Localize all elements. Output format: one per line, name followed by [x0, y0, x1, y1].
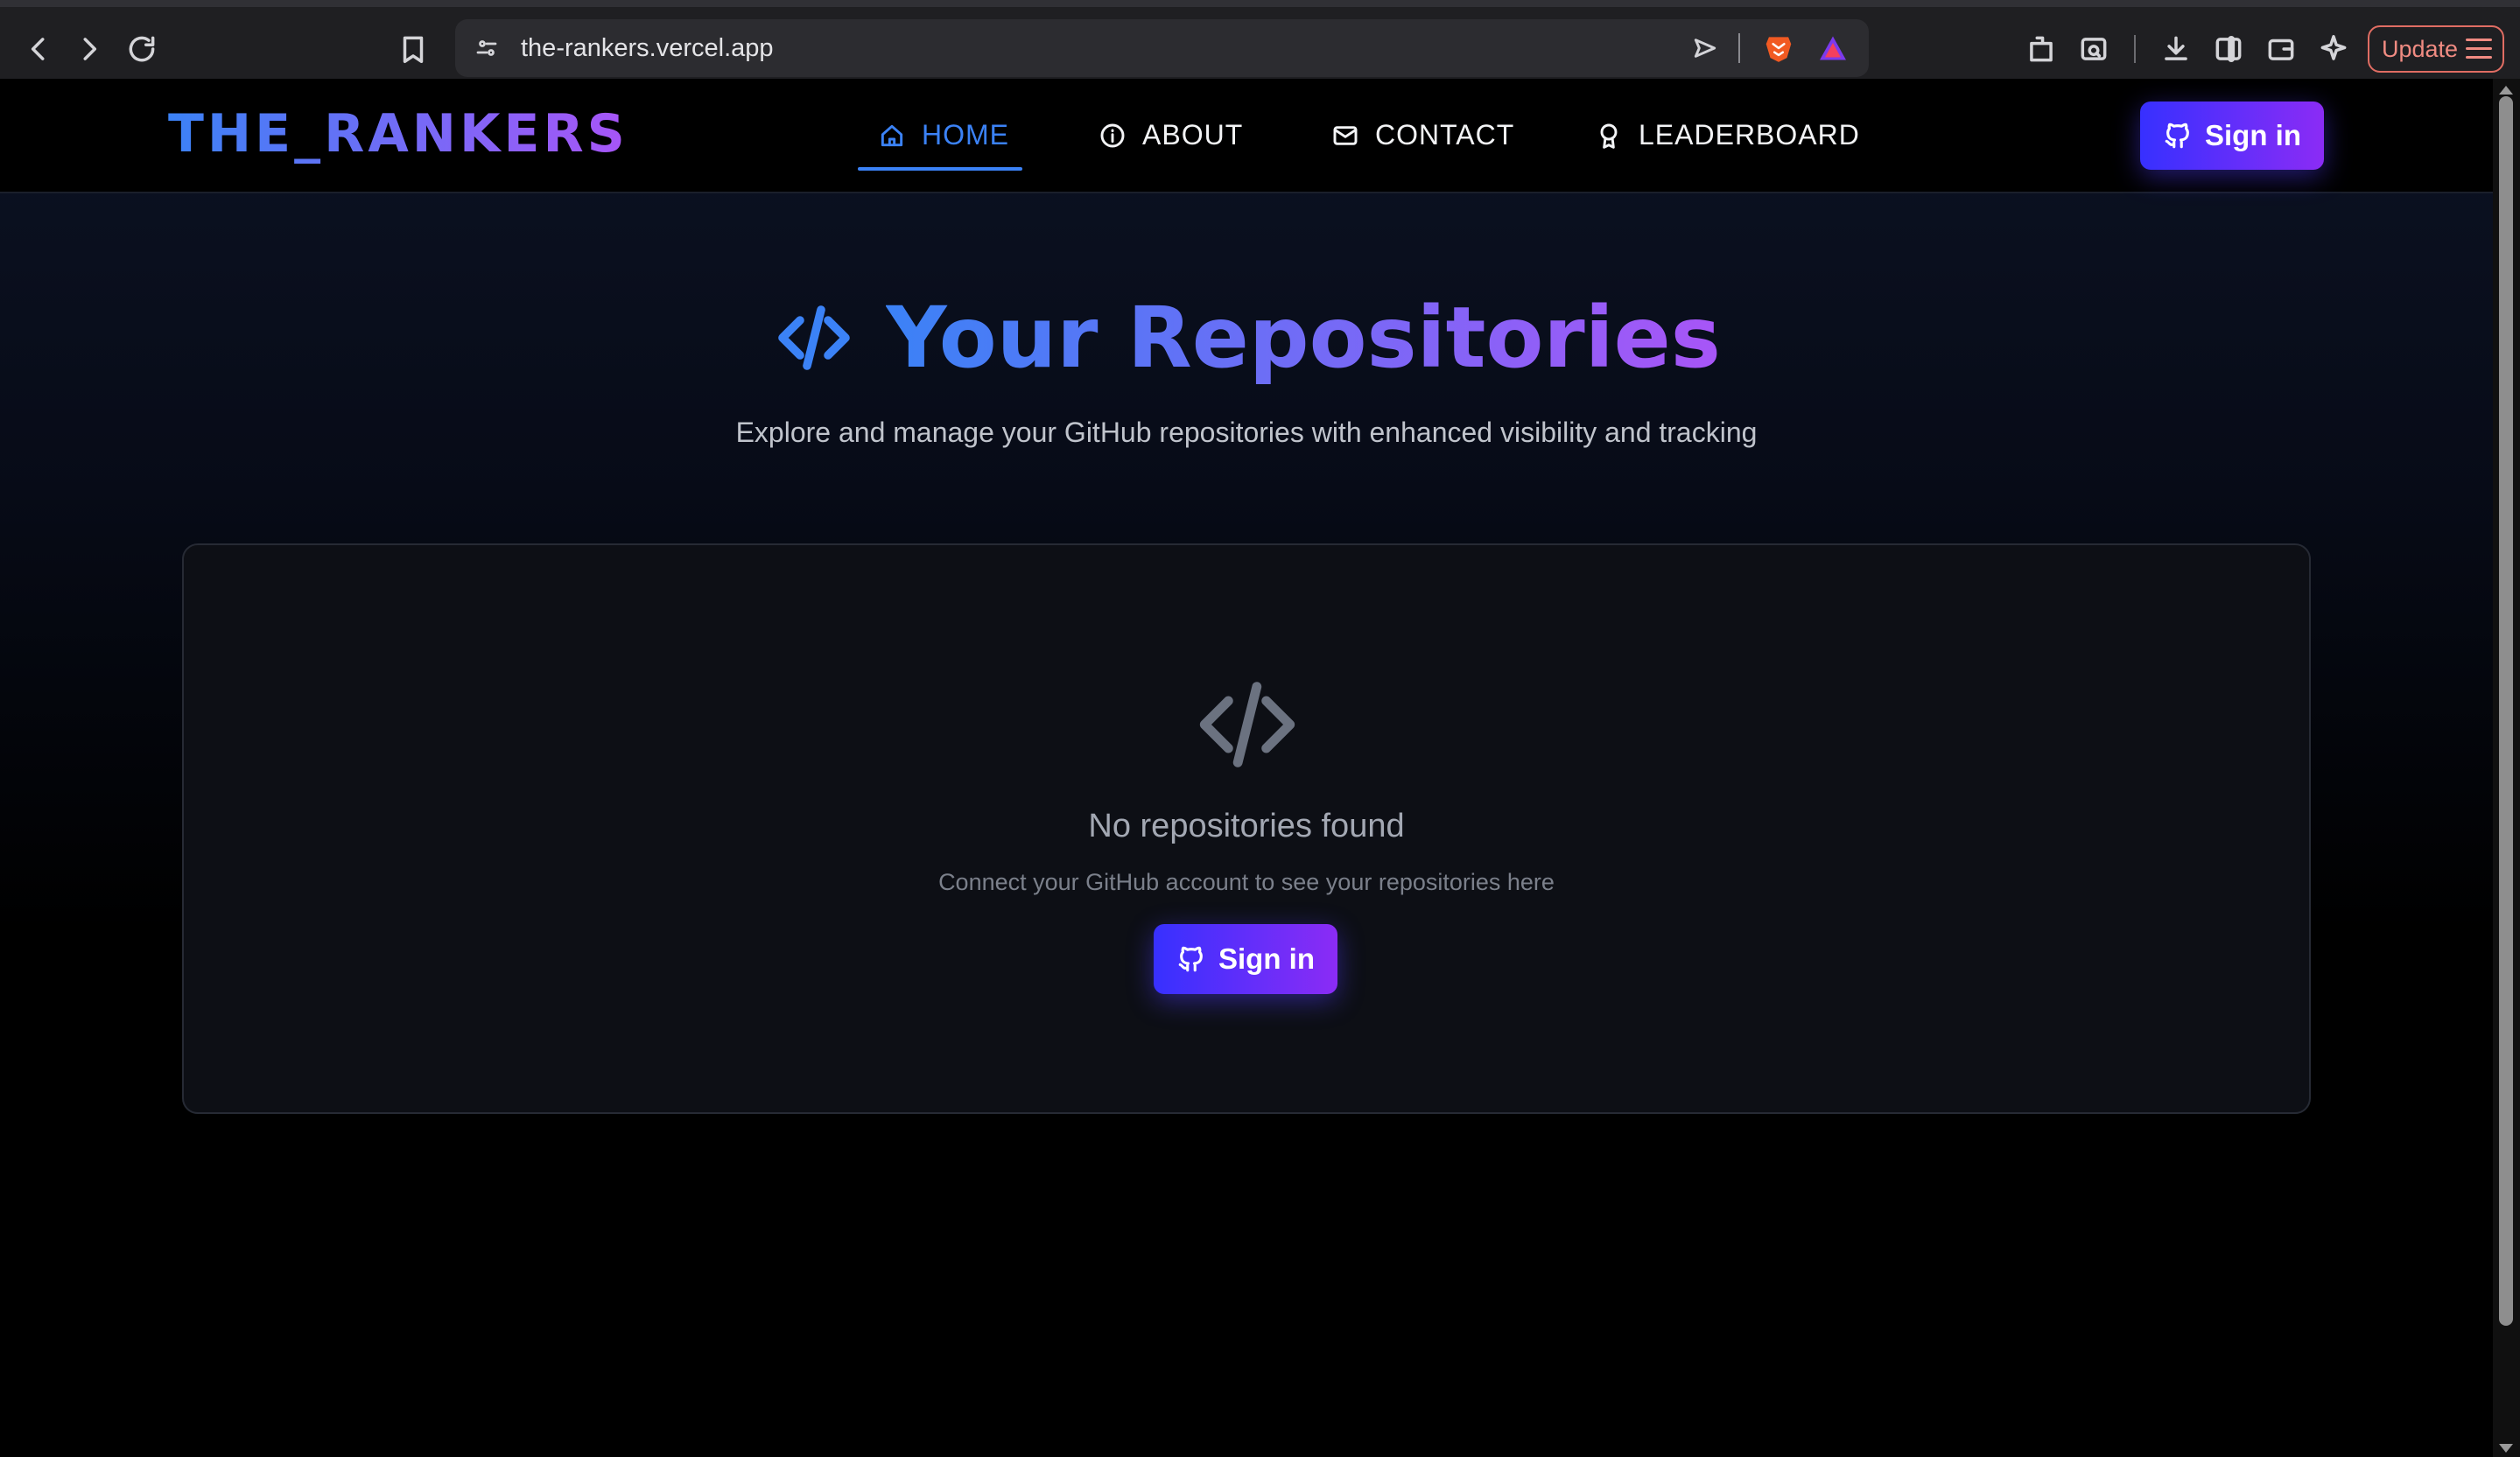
nav-contact[interactable]: CONTACT [1331, 79, 1514, 192]
page-subtitle: Explore and manage your GitHub repositor… [735, 417, 1758, 448]
divider [1738, 33, 1740, 63]
code-icon [778, 305, 850, 370]
puzzle-icon [2030, 36, 2053, 62]
nav-signin-label: Sign in [2205, 119, 2301, 151]
nav-home[interactable]: HOME [878, 79, 1009, 192]
scroll-up-arrow-icon[interactable] [2499, 86, 2513, 95]
chevron-right-icon [83, 38, 97, 60]
github-icon [2165, 123, 2189, 149]
empty-state-title: No repositories found [1088, 808, 1405, 844]
window-search-icon [2081, 38, 2107, 60]
hero-heading: Your Repositories [0, 289, 2493, 387]
url-text[interactable]: the-rankers.vercel.app [521, 19, 774, 77]
card-signin-button[interactable]: Sign in [1154, 924, 1337, 994]
nav-leaderboard-label: LEADERBOARD [1639, 119, 1860, 151]
empty-state-description: Connect your GitHub account to see your … [938, 869, 1555, 895]
wallet-button[interactable] [2255, 23, 2307, 75]
brave-rewards-button[interactable] [1807, 22, 1859, 74]
page: THE_RANKERS HOME ABOUT CONTACT LEADERBOA… [0, 79, 2493, 1457]
reload-button[interactable] [116, 23, 168, 75]
repositories-card: No repositories found Connect your GitHu… [182, 543, 2311, 1114]
active-tab-indicator [858, 167, 1022, 171]
share-button[interactable] [1679, 22, 1731, 74]
update-label: Update [2382, 35, 2459, 62]
page-title: Your Repositories [886, 289, 1721, 387]
chevron-left-icon [31, 38, 45, 60]
wallet-icon [2268, 39, 2294, 60]
brave-shields-button[interactable] [1752, 22, 1805, 74]
site-logo[interactable]: THE_RANKERS [168, 103, 628, 165]
card-signin-label: Sign in [1218, 942, 1315, 975]
sparkle-icon [2320, 35, 2347, 60]
update-button[interactable]: Update [2368, 25, 2504, 73]
page-search-button[interactable] [2067, 23, 2120, 75]
divider [2134, 35, 2136, 63]
sidebar-button[interactable] [2202, 23, 2255, 75]
nav-about[interactable]: ABOUT [1099, 79, 1243, 192]
reload-icon [129, 36, 155, 62]
empty-state-icon [1190, 668, 1304, 781]
brave-lion-icon [1765, 37, 1792, 62]
github-icon [1178, 946, 1203, 972]
leo-ai-button[interactable] [2307, 23, 2360, 75]
back-button[interactable] [12, 23, 65, 75]
nav-home-label: HOME [922, 119, 1009, 151]
award-icon [1600, 123, 1618, 149]
site-settings-button[interactable] [460, 22, 513, 74]
scrollbar-thumb[interactable] [2499, 96, 2513, 1326]
site-navbar: THE_RANKERS HOME ABOUT CONTACT LEADERBOA… [0, 79, 2493, 193]
nav-signin-button[interactable]: Sign in [2140, 102, 2324, 170]
nav-leaderboard[interactable]: LEADERBOARD [1595, 79, 1860, 192]
address-bar[interactable]: the-rankers.vercel.app [455, 19, 1869, 77]
info-icon [1100, 123, 1125, 147]
bookmark-button[interactable] [387, 23, 439, 75]
forward-button[interactable] [63, 23, 116, 75]
tune-icon [476, 40, 497, 56]
downloads-button[interactable] [2150, 23, 2202, 75]
home-icon [881, 124, 903, 146]
mail-icon [1333, 125, 1358, 145]
send-icon [1694, 39, 1716, 58]
scroll-down-arrow-icon[interactable] [2499, 1444, 2513, 1453]
nav-about-label: ABOUT [1142, 119, 1244, 151]
rewards-triangle-icon [1820, 36, 1846, 60]
bookmark-icon [403, 36, 424, 63]
code-icon [1199, 682, 1295, 767]
nav-contact-label: CONTACT [1375, 119, 1515, 151]
menu-icon [2466, 39, 2492, 60]
sidebar-icon [2215, 35, 2242, 63]
extensions-button[interactable] [2015, 23, 2067, 75]
browser-toolbar: the-rankers.vercel.app Update [0, 0, 2520, 79]
download-icon [2165, 36, 2187, 60]
